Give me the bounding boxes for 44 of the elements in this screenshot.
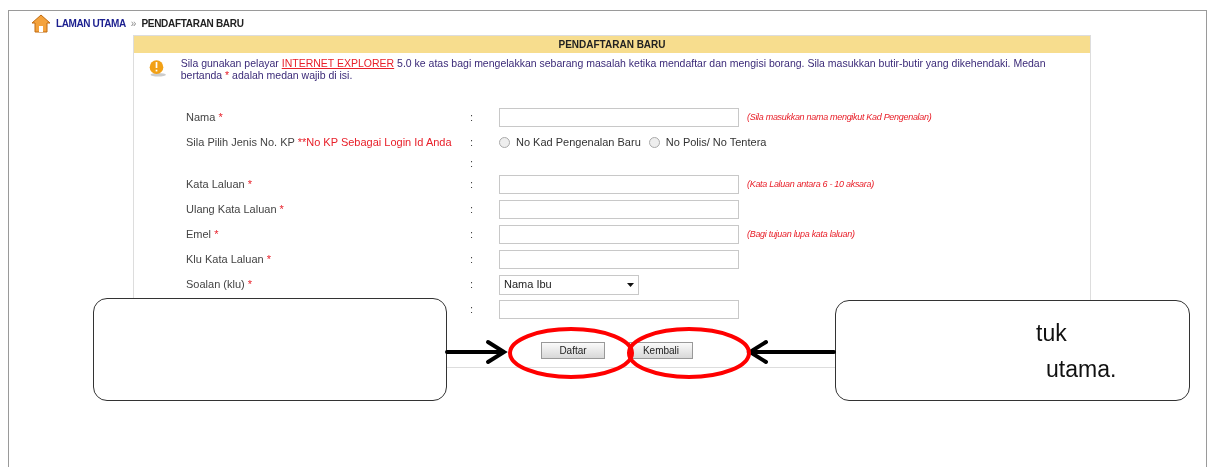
colon: : (470, 177, 475, 193)
form-button[interactable]: Kembali (629, 342, 693, 359)
text-field[interactable] (499, 225, 739, 244)
field-label: Emel * (186, 228, 219, 241)
browser-link[interactable]: INTERNET EXPLORER (281, 57, 395, 69)
field-hint: (Sila masukkan nama mengikut Kad Pengenalan) (747, 110, 932, 124)
field-label: Nama * (186, 111, 223, 124)
warning-icon (148, 57, 167, 79)
breadcrumb-current: PENDAFTARAN BARU (141, 17, 244, 31)
panel-title: PENDAFTARAN BARU (134, 36, 1090, 53)
callout-text: utama. (1045, 354, 1118, 384)
field-label: Klu Kata Laluan * (186, 253, 271, 266)
instruction-text: Sila gunakan pelayar INTERNET EXPLORER 5.0 ke atas bagi mengelakkan sebarang masalah ketika mendaftar dan mengisi borang. Sila masukkan butir-butir yang dikehendaki. Medan bertanda * adalah medan wajib di isi. (180, 57, 1047, 81)
field-label: Soalan (klu) * (186, 278, 253, 291)
field-hint: (Bagi tujuan lupa kata laluan) (747, 227, 855, 241)
field-label: Ulang Kata Laluan * (186, 203, 284, 216)
text-field[interactable] (499, 175, 739, 194)
colon: : (470, 302, 475, 318)
colon: : (470, 110, 475, 126)
colon: : (470, 227, 475, 243)
question-dropdown[interactable]: Nama Ibu (499, 274, 639, 295)
field-hint: (Kata Laluan antara 6 - 10 aksara) (747, 177, 874, 191)
callout-text: tuk (1036, 318, 1068, 348)
field-label: Kata Laluan * (186, 178, 253, 191)
colon: : (470, 202, 475, 218)
home-icon (31, 14, 51, 33)
text-field[interactable] (499, 250, 739, 269)
text-field[interactable] (499, 108, 739, 127)
radio-button[interactable] (648, 137, 660, 148)
colon: : (470, 277, 475, 293)
home-link[interactable]: LAMAN UTAMA (56, 16, 126, 31)
radio-button[interactable] (499, 137, 510, 148)
text-field[interactable] (499, 300, 739, 319)
dropdown-caret-icon (627, 282, 634, 287)
colon: : (470, 156, 475, 172)
breadcrumb-separator: » (130, 17, 137, 31)
colon: : (470, 252, 475, 268)
text-field[interactable] (499, 200, 739, 219)
radio-label: No Kad Pengenalan Baru (516, 135, 641, 151)
arrow-right (445, 340, 508, 364)
radio-label: No Polis/ No Tentera (665, 135, 767, 151)
colon: : (470, 135, 475, 151)
form-button[interactable]: Daftar (541, 342, 605, 359)
field-label: Sila Pilih Jenis No. KP **No KP Sebagai Login Id Anda (186, 136, 452, 149)
